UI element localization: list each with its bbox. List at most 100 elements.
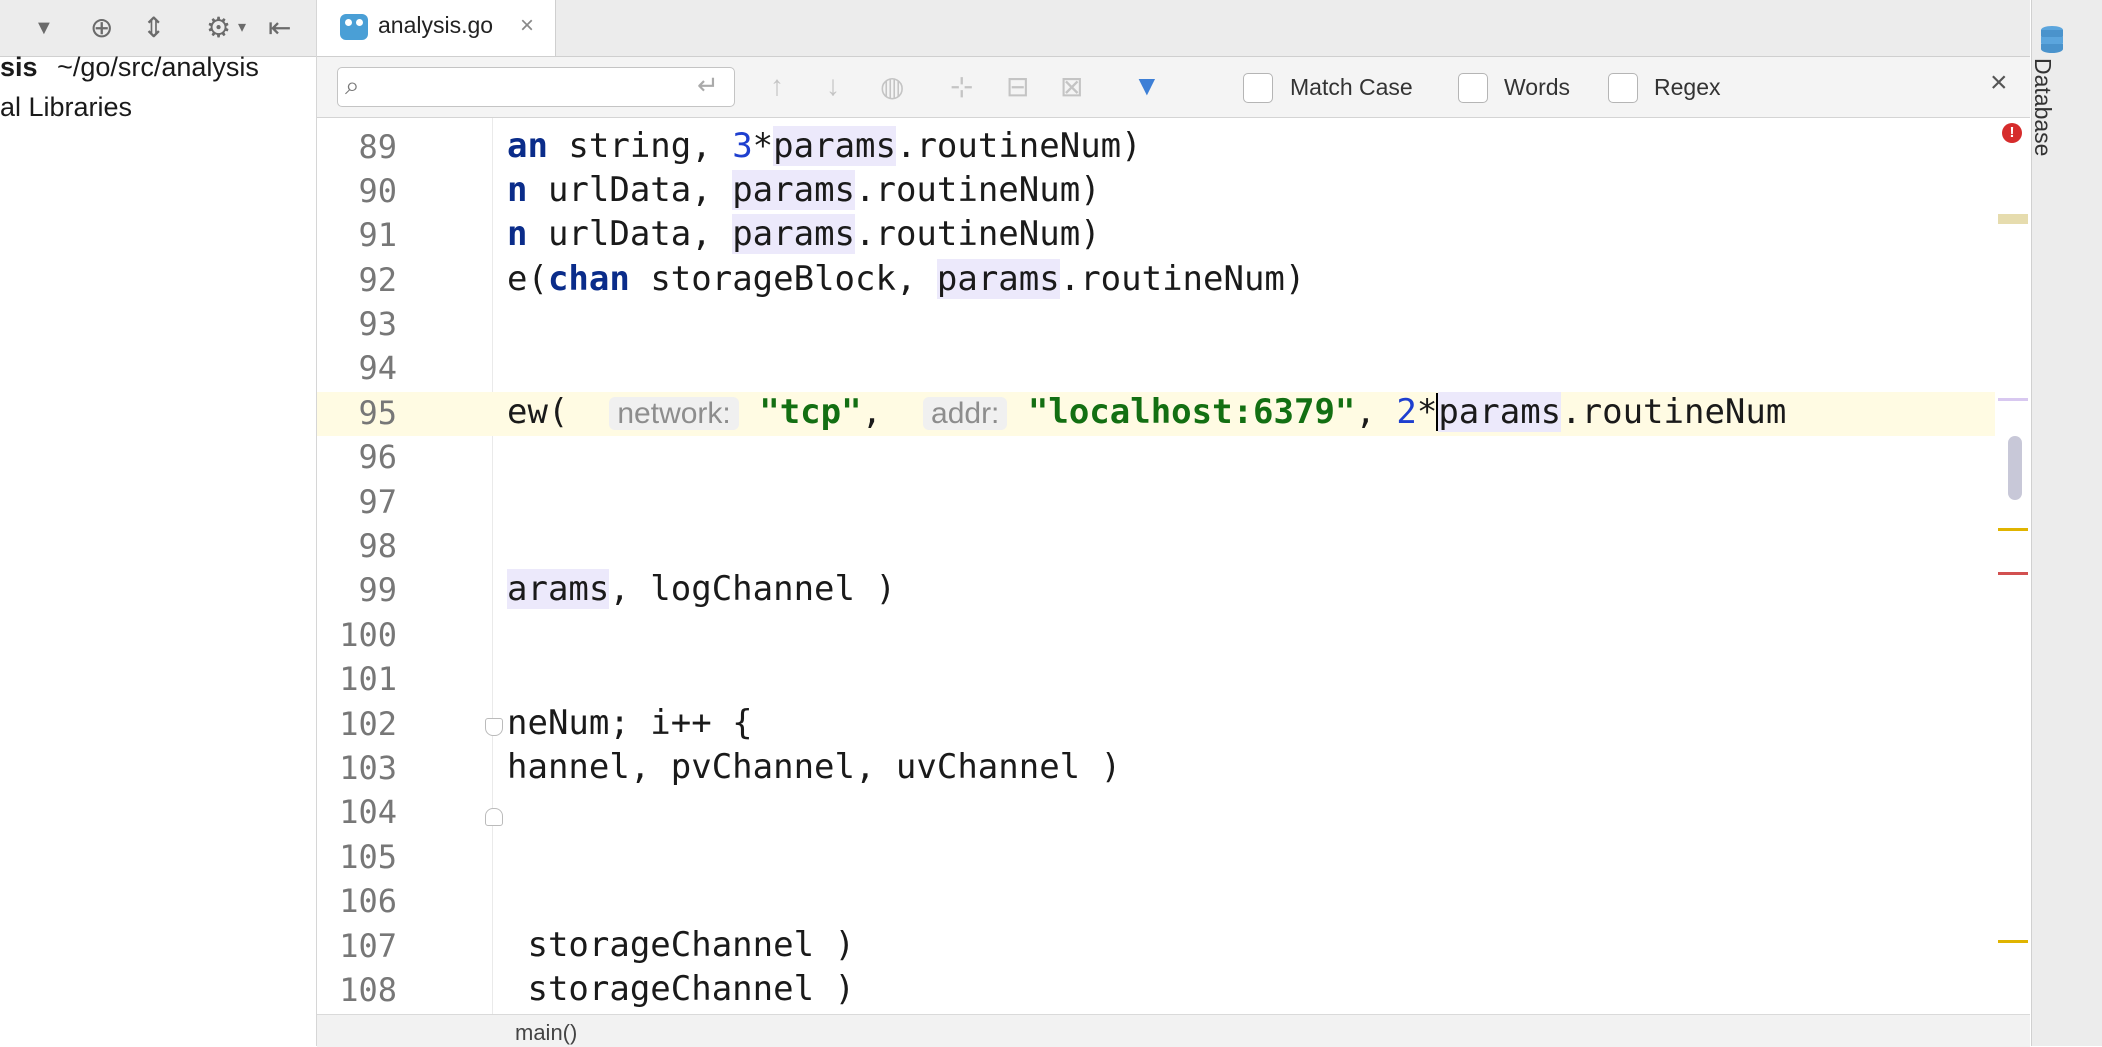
locate-icon[interactable]: ⊕ (90, 0, 113, 56)
error-indicator-icon[interactable]: ! (2002, 123, 2022, 143)
code-text: .routineNum (1561, 392, 1787, 432)
code-text: ew( (507, 392, 610, 432)
stripe-mark[interactable] (1998, 214, 2028, 224)
tab-label: analysis.go (378, 12, 494, 38)
line-number: 105 (339, 838, 397, 876)
filter-icon[interactable]: ▼ (1133, 70, 1161, 102)
words-checkbox[interactable] (1458, 73, 1488, 103)
code-line-91: n urlData, params.routineNum) (507, 214, 1101, 254)
fold-marker-icon[interactable] (485, 808, 503, 826)
search-icon[interactable]: ⌕ (345, 70, 360, 102)
code-text: .routineNum) (1059, 259, 1306, 299)
remove-occurrence-icon[interactable]: ⊟ (1006, 70, 1029, 103)
project-tree-root[interactable]: sis ~/go/src/analysis (0, 52, 259, 83)
code-text: urlData, (527, 214, 733, 254)
code-line-99: arams, logChannel ) (507, 569, 896, 609)
line-number: 99 (358, 571, 397, 609)
scrollbar-thumb[interactable] (2008, 436, 2022, 500)
line-number: 108 (339, 971, 397, 1009)
line-number: 89 (358, 128, 397, 166)
code-text: * (1416, 392, 1438, 432)
line-number: 97 (358, 483, 397, 521)
external-libraries-item[interactable]: al Libraries (0, 92, 132, 123)
error-stripe[interactable] (1995, 118, 2030, 1014)
line-number: 90 (358, 172, 397, 210)
code-text: urlData, (527, 170, 733, 210)
gear-icon[interactable]: ⚙ (206, 0, 231, 56)
find-all-icon[interactable]: ◍ (880, 70, 904, 103)
code-text: e( (507, 259, 548, 299)
right-tool-strip (2031, 0, 2102, 1046)
regex-label: Regex (1654, 74, 1721, 100)
warning-mark[interactable] (1998, 528, 2028, 531)
database-tool-label[interactable]: Database (2029, 58, 2056, 156)
tab-close-icon[interactable]: × (520, 12, 534, 40)
code-line-92: e(chan storageBlock, params.routineNum) (507, 259, 1305, 299)
project-panel (0, 0, 317, 1046)
add-occurrence-icon[interactable]: ⊹ (950, 70, 973, 103)
gear-dropdown-icon[interactable]: ▾ (238, 0, 246, 56)
regex-checkbox[interactable] (1608, 73, 1638, 103)
number-literal: 2 (1396, 392, 1417, 432)
string-literal: "tcp" (759, 392, 862, 432)
line-number: 95 (358, 394, 397, 432)
line-number: 103 (339, 749, 397, 787)
line-number: 107 (339, 927, 397, 965)
code-line-102: neNum; i++ { (507, 703, 753, 743)
select-all-occurrences-icon[interactable]: ⊠ (1060, 70, 1083, 103)
warning-mark[interactable] (1998, 940, 2028, 943)
code-text: .routineNum) (855, 170, 1101, 210)
line-number: 100 (339, 616, 397, 654)
hide-panel-icon[interactable]: ⇤ (268, 0, 291, 56)
code-text: , logChannel ) (609, 569, 896, 609)
keyword: an (507, 126, 548, 166)
stripe-mark[interactable] (1998, 398, 2028, 401)
code-line-107: storageChannel ) (507, 925, 855, 965)
line-number: 101 (339, 660, 397, 698)
next-occurrence-icon[interactable]: ↓ (826, 70, 840, 102)
keyword: n (507, 170, 528, 210)
error-mark[interactable] (1998, 572, 2028, 575)
usage-highlight: params (773, 126, 896, 166)
code-text: , (861, 392, 924, 432)
code-line-95: ew( network: "tcp", addr: "localhost:637… (507, 392, 1786, 432)
match-case-label: Match Case (1290, 74, 1413, 100)
project-root-path: ~/go/src/analysis (57, 52, 259, 82)
code-text: , (1355, 392, 1397, 432)
breadcrumb[interactable]: main() (515, 1020, 577, 1046)
line-number: 92 (358, 261, 397, 299)
line-number: 91 (358, 216, 397, 254)
dropdown-arrow-icon[interactable]: ▼ (34, 0, 54, 56)
database-icon[interactable] (2038, 24, 2066, 54)
code-line-89: an string, 3*params.routineNum) (507, 126, 1142, 166)
code-text: .routineNum) (855, 214, 1101, 254)
fold-marker-icon[interactable] (485, 718, 503, 736)
line-number: 106 (339, 882, 397, 920)
enter-icon: ↵ (697, 70, 719, 100)
line-number: 96 (358, 438, 397, 476)
usage-highlight: params (732, 170, 856, 210)
usage-highlight: arams (507, 569, 610, 609)
code-text: * (752, 126, 774, 166)
match-case-checkbox[interactable] (1243, 73, 1273, 103)
keyword: chan (547, 259, 630, 299)
line-number: 93 (358, 305, 397, 343)
code-line-103: hannel, pvChannel, uvChannel ) (507, 747, 1122, 787)
previous-occurrence-icon[interactable]: ↑ (770, 70, 784, 102)
line-number: 102 (339, 705, 397, 743)
project-toolbar: ▼ ⊕ ⇕ ⚙ ▾ ⇤ (0, 0, 316, 57)
string-literal: "localhost:6379" (1027, 392, 1356, 432)
search-input[interactable] (337, 67, 735, 107)
line-number: 104 (339, 793, 397, 831)
usage-highlight: params (1438, 392, 1562, 432)
usage-highlight: params (732, 214, 856, 254)
usage-highlight: params (936, 259, 1060, 299)
gopher-file-icon (340, 14, 368, 40)
collapse-all-icon[interactable]: ⇕ (142, 0, 165, 56)
find-close-icon[interactable]: × (1990, 66, 2008, 100)
code-text: .routineNum) (895, 126, 1142, 166)
number-literal: 3 (732, 126, 753, 166)
keyword: n (507, 214, 528, 254)
line-number: 98 (358, 527, 397, 565)
code-text: string, (547, 126, 733, 166)
